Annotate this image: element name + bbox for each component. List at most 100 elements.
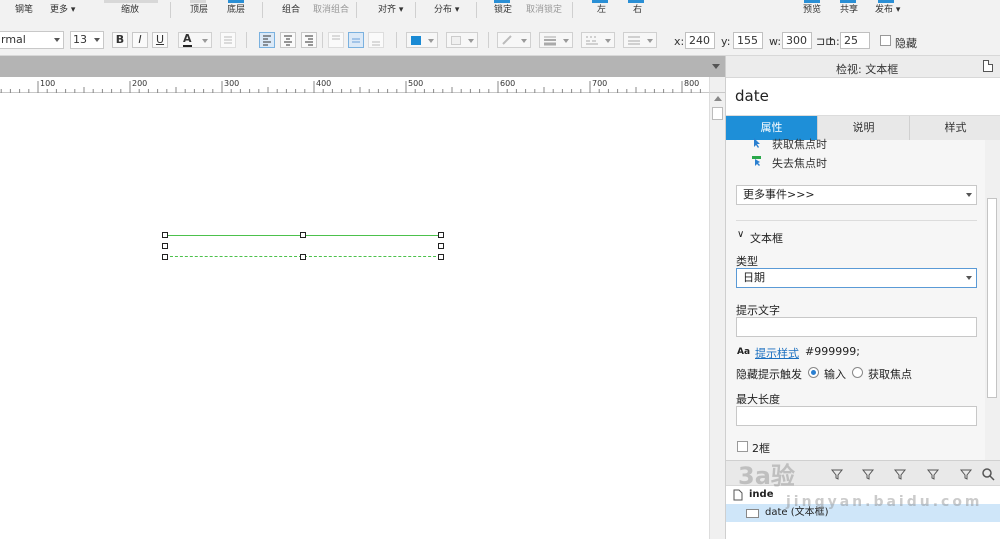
bottom-layer-button[interactable]: 底层 [227, 5, 245, 16]
more-label: 更多 [50, 5, 69, 15]
bullet-list-button[interactable] [220, 32, 236, 48]
ruler-corner [709, 77, 725, 93]
lock-icon-stub [494, 0, 510, 3]
valign-top-button[interactable] [328, 32, 344, 48]
align-right-icon [305, 35, 313, 46]
left-button[interactable]: 左 [597, 5, 606, 16]
shadow-button[interactable] [446, 32, 478, 48]
group-button[interactable]: 组合 [282, 5, 300, 16]
more-events-dropdown[interactable]: 更多事件>>> [736, 185, 977, 205]
scroll-up-icon[interactable] [714, 96, 722, 101]
scroll-thumb[interactable] [712, 107, 723, 120]
filter-icon[interactable] [926, 467, 940, 481]
align-left-button[interactable] [259, 32, 275, 48]
inspector-title: 检视: 文本框 [836, 63, 899, 76]
share-button[interactable]: 共享 [840, 5, 858, 16]
resize-handle-br[interactable] [438, 254, 444, 260]
valign-bottom-button[interactable] [368, 32, 384, 48]
chevron-down-icon[interactable] [712, 64, 720, 69]
toolbar-divider [246, 32, 247, 48]
h-input[interactable]: 25 [840, 32, 870, 49]
unlock-button[interactable]: 取消锁定 [526, 5, 562, 16]
hide-hint-on-input-radio[interactable] [808, 367, 819, 378]
right-icon-stub [628, 0, 644, 3]
ruler-ticks: 100 200 300 400 500 600 700 800 [0, 79, 701, 93]
ruler-tick-label: 800 [684, 79, 699, 88]
w-input[interactable]: 300 [782, 32, 812, 49]
lock-button[interactable]: 锁定 [494, 5, 512, 16]
bullet-list-icon [224, 36, 232, 44]
design-canvas[interactable] [0, 94, 709, 539]
ungroup-button[interactable]: 取消组合 [313, 5, 349, 16]
more-button[interactable]: 更多 ▾ [50, 5, 75, 16]
italic-button[interactable]: I [132, 32, 148, 48]
underline-button[interactable]: U [152, 32, 168, 48]
distribute-label: 分布 [434, 5, 453, 15]
publish-button[interactable]: 发布 ▾ [875, 5, 900, 16]
line-style-button[interactable] [581, 32, 615, 48]
resize-handle-bl[interactable] [162, 254, 168, 260]
font-color-button[interactable]: A [178, 32, 212, 48]
chevron-down-icon[interactable]: ∨ [737, 229, 744, 240]
preview-button[interactable]: 预览 [803, 5, 821, 16]
document-icon[interactable] [983, 60, 993, 72]
hint-text-label: 提示文字 [736, 304, 780, 317]
type-dropdown[interactable]: 日期 [736, 268, 977, 288]
filter-icon[interactable] [893, 467, 907, 481]
readonly-checkbox[interactable] [737, 441, 748, 452]
filter-icon[interactable] [830, 467, 844, 481]
font-color-icon: A [183, 32, 192, 47]
fill-color-swatch [411, 36, 421, 45]
distribute-button[interactable]: 分布 ▾ [434, 5, 459, 16]
line-width-button[interactable] [539, 32, 573, 48]
style-select-value: rmal [1, 33, 26, 46]
toolbar-divider [476, 2, 477, 18]
event-focus[interactable]: 获取焦点时 [772, 136, 827, 152]
align-center-button[interactable] [280, 32, 296, 48]
inspector-scrollbar[interactable] [985, 140, 1000, 460]
blur-event-icon [752, 156, 761, 166]
valign-middle-button[interactable] [348, 32, 364, 48]
resize-handle-ml[interactable] [162, 243, 168, 249]
font-size-select[interactable]: 13 [70, 31, 104, 49]
scroll-thumb[interactable] [987, 198, 997, 398]
line-color-button[interactable] [497, 32, 531, 48]
align-right-button[interactable] [301, 32, 317, 48]
filter-icon[interactable] [959, 467, 973, 481]
resize-handle-tm[interactable] [300, 232, 306, 238]
line-style-icon [586, 36, 598, 45]
bold-button[interactable]: B [112, 32, 128, 48]
resize-handle-tr[interactable] [438, 232, 444, 238]
search-icon[interactable] [981, 467, 995, 481]
right-button[interactable]: 右 [633, 5, 642, 16]
hide-hint-on-focus-radio[interactable] [852, 367, 863, 378]
x-input[interactable]: 240 [685, 32, 715, 49]
max-length-input[interactable] [736, 406, 977, 426]
arrow-style-button[interactable] [623, 32, 657, 48]
widget-name-field[interactable]: date [726, 78, 1000, 116]
horizontal-ruler: 100 200 300 400 500 600 700 800 [0, 77, 709, 93]
resize-handle-mr[interactable] [438, 243, 444, 249]
pen-button[interactable]: 钢笔 [15, 5, 33, 16]
hint-style-link[interactable]: 提示样式 [755, 345, 799, 361]
top-layer-button[interactable]: 顶层 [190, 5, 208, 16]
y-input[interactable]: 155 [733, 32, 763, 49]
hide-checkbox[interactable] [880, 35, 891, 46]
resize-handle-bm[interactable] [300, 254, 306, 260]
canvas-scrollbar[interactable] [709, 93, 725, 539]
align-center-icon [284, 35, 292, 46]
hint-color-value: #999999; [805, 345, 860, 358]
tab-notes[interactable]: 说明 [818, 116, 910, 140]
filter-icon[interactable] [861, 467, 875, 481]
tab-style[interactable]: 样式 [910, 116, 1000, 140]
chevron-down-icon [966, 193, 972, 197]
resize-handle-tl[interactable] [162, 232, 168, 238]
fill-color-button[interactable] [406, 32, 438, 48]
zoom-label[interactable]: 缩放 [121, 5, 139, 16]
event-blur[interactable]: 失去焦点时 [772, 155, 827, 171]
style-select[interactable]: rmal [0, 31, 64, 49]
y-label: y: [721, 35, 731, 48]
hint-text-input[interactable] [736, 317, 977, 337]
align-button[interactable]: 对齐 ▾ [378, 5, 403, 16]
zoom-combo-stub[interactable] [104, 0, 158, 3]
